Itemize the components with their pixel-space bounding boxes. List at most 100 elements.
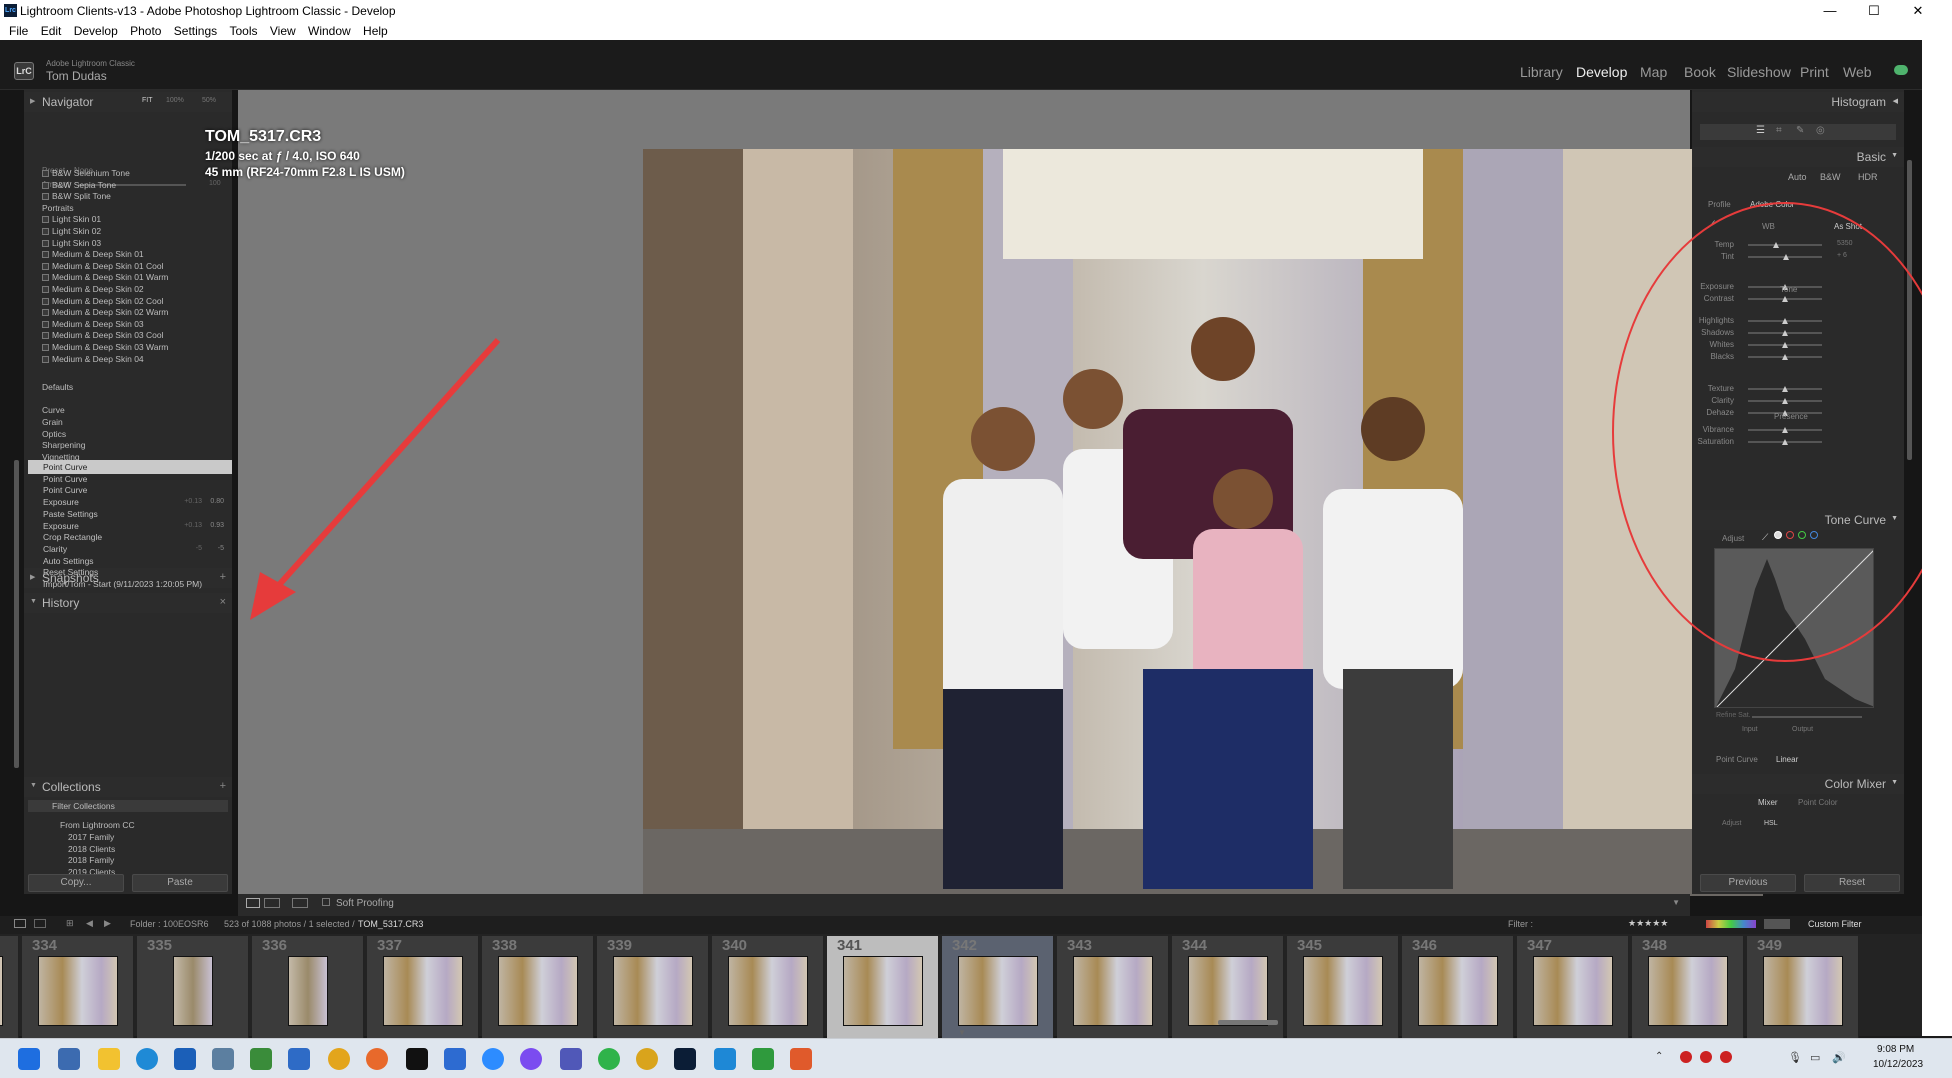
module-map[interactable]: Map <box>1640 64 1667 80</box>
masking-icon[interactable]: ◎ <box>1816 125 1825 136</box>
preset-item[interactable]: Medium & Deep Skin 03 Cool <box>52 330 164 340</box>
add-collection-icon[interactable]: + <box>220 780 226 792</box>
before-after-icon[interactable] <box>264 898 280 908</box>
preset-item[interactable]: Light Skin 01 <box>52 214 101 224</box>
secondary-window-icon[interactable] <box>34 919 46 928</box>
point-color-tab[interactable]: Point Color <box>1798 798 1838 807</box>
tray-chevron-icon[interactable]: ⌃ <box>1655 1051 1663 1062</box>
tray-security-icon[interactable] <box>1680 1051 1692 1063</box>
filmstrip-thumbnail[interactable]: 336 <box>252 936 364 1044</box>
copy-button[interactable]: Copy... <box>28 874 124 892</box>
thumbnail-image[interactable] <box>958 956 1038 1026</box>
preset-group[interactable]: Optics <box>42 429 66 439</box>
clear-history-icon[interactable]: × <box>220 596 226 608</box>
filmstrip-thumbnail[interactable]: 343 <box>1057 936 1169 1044</box>
custom-filter-dropdown[interactable]: Custom Filter <box>1808 919 1862 929</box>
preset-item[interactable]: Medium & Deep Skin 01 <box>52 249 144 259</box>
module-slideshow[interactable]: Slideshow <box>1727 64 1791 80</box>
filmstrip-thumbnail[interactable]: 339 <box>597 936 709 1044</box>
loupe-view-icon[interactable] <box>246 898 260 908</box>
notes-icon[interactable] <box>288 1048 310 1070</box>
outlook-icon[interactable] <box>174 1048 196 1070</box>
zoom-50[interactable]: 50% <box>202 97 216 104</box>
preset-item[interactable]: Medium & Deep Skin 03 <box>52 319 144 329</box>
history-header[interactable]: ▼ History × <box>24 593 232 613</box>
preset-item[interactable]: Medium & Deep Skin 02 Cool <box>52 296 164 306</box>
thumbnail-image[interactable] <box>0 956 3 1026</box>
thumbnail-image[interactable] <box>38 956 118 1026</box>
thumbnail-image[interactable] <box>1188 956 1268 1026</box>
filter-collections-input[interactable]: Filter Collections <box>28 800 228 812</box>
preset-item[interactable]: Medium & Deep Skin 01 Cool <box>52 261 164 271</box>
whatsapp-icon[interactable] <box>598 1048 620 1070</box>
collection-item[interactable]: 2018 Clients <box>68 844 115 854</box>
maximize-button[interactable]: ☐ <box>1852 0 1896 22</box>
preset-item[interactable]: Light Skin 03 <box>52 238 101 248</box>
edit-sliders-icon[interactable]: ☰ <box>1756 125 1765 136</box>
primary-window-icon[interactable] <box>14 919 26 928</box>
collection-item[interactable]: 2018 Family <box>68 855 114 865</box>
module-develop[interactable]: Develop <box>1576 64 1627 80</box>
volume-icon[interactable]: 🔊 <box>1832 1051 1846 1064</box>
compare-icon[interactable] <box>292 898 308 908</box>
filmstrip-thumbnail[interactable]: 337 <box>367 936 479 1044</box>
clock-time[interactable]: 9:08 PM <box>1877 1044 1914 1055</box>
preset-item[interactable]: Medium & Deep Skin 04 <box>52 354 144 364</box>
filmstrip-thumbnail[interactable] <box>0 936 19 1044</box>
filmstrip-thumbnail[interactable]: 344 <box>1172 936 1284 1044</box>
treatment-hdr[interactable]: HDR <box>1858 172 1878 182</box>
preset-item[interactable]: Light Skin 02 <box>52 226 101 236</box>
preset-item[interactable]: B&W Split Tone <box>52 191 111 201</box>
menu-help[interactable]: Help <box>363 22 388 40</box>
thumbnail-image[interactable] <box>1303 956 1383 1026</box>
tray-app-icon[interactable] <box>1700 1051 1712 1063</box>
remote-desktop-icon[interactable] <box>444 1048 466 1070</box>
main-photo[interactable] <box>643 149 1763 896</box>
thumbnail-image[interactable] <box>173 956 213 1026</box>
point-curve-dropdown[interactable]: Linear <box>1776 755 1798 764</box>
menu-develop[interactable]: Develop <box>74 22 118 40</box>
color-label-filter[interactable] <box>1706 920 1756 928</box>
thumbnail-image[interactable] <box>1418 956 1498 1026</box>
filmstrip-scrollbar[interactable] <box>1218 1020 1278 1025</box>
zoom-icon[interactable] <box>482 1048 504 1070</box>
editor-icon[interactable] <box>250 1048 272 1070</box>
menu-file[interactable]: File <box>9 22 28 40</box>
thumbnail-image[interactable] <box>728 956 808 1026</box>
collections-header[interactable]: ▼ Collections + <box>24 777 232 797</box>
photos-icon[interactable] <box>212 1048 234 1070</box>
menu-photo[interactable]: Photo <box>130 22 161 40</box>
preset-group[interactable]: Grain <box>42 417 63 427</box>
menu-view[interactable]: View <box>270 22 296 40</box>
chrome-icon[interactable] <box>328 1048 350 1070</box>
back-arrow-icon[interactable]: ◀ <box>86 918 93 929</box>
filmstrip-thumbnail[interactable]: 334 <box>22 936 134 1044</box>
filmstrip-thumbnail[interactable]: 348 <box>1632 936 1744 1044</box>
thumbnail-image[interactable] <box>383 956 463 1026</box>
minimize-button[interactable]: — <box>1808 0 1852 22</box>
start-icon[interactable] <box>18 1048 40 1070</box>
tray-mail-icon[interactable] <box>1720 1051 1732 1063</box>
color-mixer-header[interactable]: Color Mixer ▼ <box>1692 774 1904 794</box>
calculator-icon[interactable] <box>58 1048 80 1070</box>
filmstrip-thumbnail[interactable]: 347 <box>1517 936 1629 1044</box>
preset-item[interactable]: B&W Sepia Tone <box>52 180 116 190</box>
refine-saturation-slider[interactable] <box>1752 716 1862 718</box>
rating-filter-stars-icon[interactable]: ★★★★★ <box>1628 918 1668 929</box>
thumbnail-image[interactable] <box>498 956 578 1026</box>
clock-date[interactable]: 10/12/2023 <box>1873 1059 1923 1070</box>
thumbnail-image[interactable] <box>1533 956 1613 1026</box>
cloud-sync-icon[interactable] <box>1894 65 1908 75</box>
camtasia-green-icon[interactable] <box>752 1048 774 1070</box>
filmstrip-thumbnail[interactable]: 341 <box>827 936 939 1044</box>
module-book[interactable]: Book <box>1684 64 1716 80</box>
navigator-header[interactable]: ▶ Navigator FIT 100% 50% <box>24 92 232 112</box>
microphone-icon[interactable]: 🎙 <box>1788 1051 1802 1064</box>
menu-tools[interactable]: Tools <box>230 22 258 40</box>
preset-item[interactable]: Medium & Deep Skin 02 Warm <box>52 307 168 317</box>
crop-icon[interactable]: ⌗ <box>1776 125 1782 136</box>
preset-group[interactable]: Sharpening <box>42 440 85 450</box>
folder-source[interactable]: Folder : 100EOSR6 <box>130 919 209 929</box>
histogram-header[interactable]: Histogram ◀ <box>1692 92 1904 112</box>
camtasia-orange-icon[interactable] <box>790 1048 812 1070</box>
